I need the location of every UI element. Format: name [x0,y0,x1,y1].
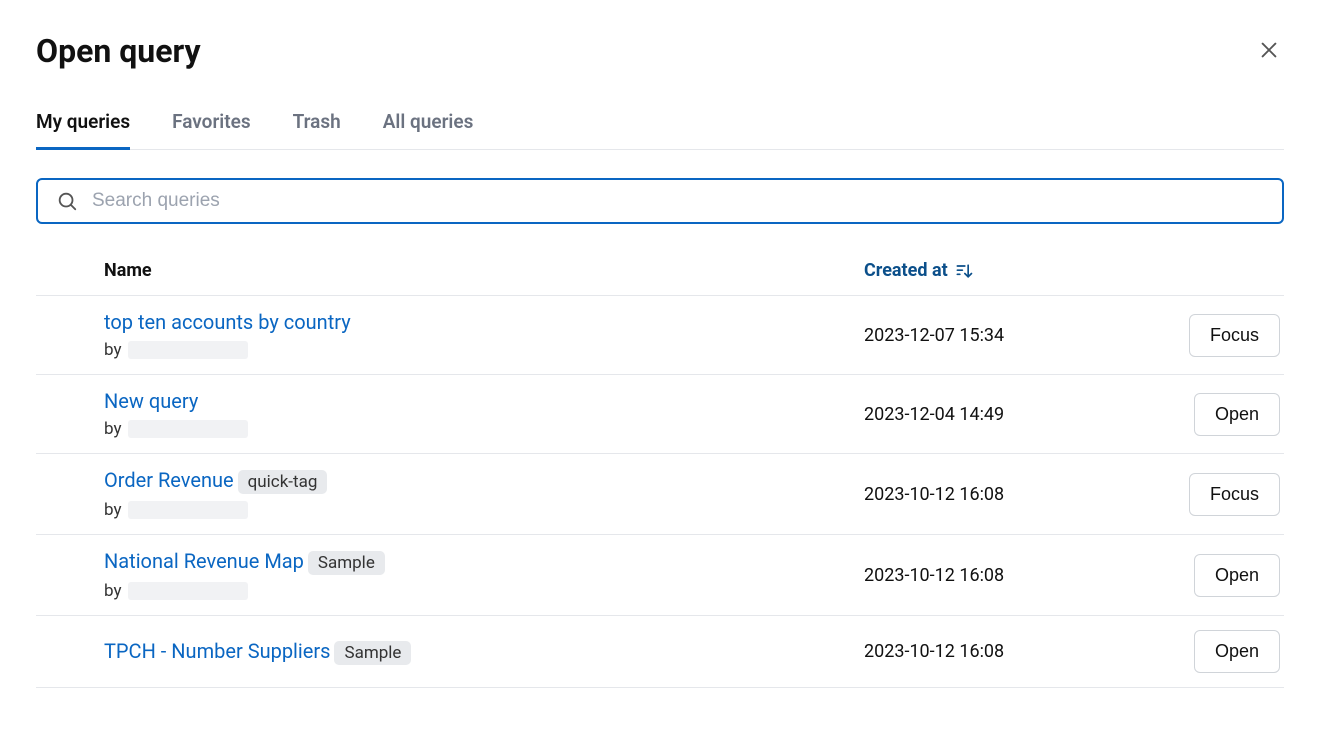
table-body: top ten accounts by country by 2023-12-07 … [36,296,1284,688]
open-button[interactable]: Open [1194,554,1280,597]
tab-all-queries[interactable]: All queries [383,110,474,150]
query-byline: by [104,500,864,520]
query-name-link[interactable]: top ten accounts by country [104,310,351,334]
column-header-created-label: Created at [864,260,948,281]
column-header-created[interactable]: Created at [864,260,1144,281]
tabs: My queries Favorites Trash All queries [36,110,1284,150]
open-query-dialog: Open query My queries Favorites Trash All q… [0,0,1320,688]
cell-created: 2023-12-07 15:34 [864,325,1144,346]
cell-name: Order Revenuequick-tag by [36,468,864,520]
query-badge: quick-tag [238,470,328,494]
query-byline: by [104,581,864,601]
query-name-link[interactable]: National Revenue Map [104,549,304,573]
by-label: by [104,500,122,520]
cell-name: top ten accounts by country by [36,310,864,360]
cell-created: 2023-10-12 16:08 [864,484,1144,505]
sort-desc-icon [954,261,974,281]
open-button[interactable]: Open [1194,630,1280,673]
table-header: Name Created at [36,248,1284,296]
cell-action: Focus [1144,314,1284,357]
open-button[interactable]: Open [1194,393,1280,436]
author-redacted [128,501,248,519]
by-label: by [104,419,122,439]
cell-action: Focus [1144,473,1284,516]
by-label: by [104,340,122,360]
query-byline: by [104,419,864,439]
by-label: by [104,581,122,601]
cell-action: Open [1144,554,1284,597]
search-icon [56,190,78,212]
tab-favorites[interactable]: Favorites [172,110,250,150]
cell-created: 2023-10-12 16:08 [864,565,1144,586]
table-row: Order Revenuequick-tag by 2023-10-12 16:08… [36,454,1284,535]
query-name-link[interactable]: Order Revenue [104,468,234,492]
search-input[interactable] [92,190,1264,212]
query-name-link[interactable]: New query [104,389,198,413]
cell-name: National Revenue MapSample by [36,549,864,601]
cell-name: TPCH - Number SuppliersSample [36,639,864,665]
cell-name: New query by [36,389,864,439]
focus-button[interactable]: Focus [1189,473,1280,516]
query-badge: Sample [334,641,411,665]
column-header-name[interactable]: Name [36,260,864,281]
table-row: New query by 2023-12-04 14:49 Open [36,375,1284,454]
search-field[interactable] [36,178,1284,224]
table-row: National Revenue MapSample by 2023-10-12 1… [36,535,1284,616]
cell-created: 2023-12-04 14:49 [864,404,1144,425]
tab-my-queries[interactable]: My queries [36,110,130,150]
query-byline: by [104,340,864,360]
dialog-header: Open query [36,32,1284,70]
table-row: top ten accounts by country by 2023-12-07 … [36,296,1284,375]
cell-action: Open [1144,630,1284,673]
close-icon [1258,39,1280,61]
query-name-link[interactable]: TPCH - Number Suppliers [104,639,330,663]
cell-action: Open [1144,393,1284,436]
close-button[interactable] [1254,35,1284,68]
dialog-title: Open query [36,32,201,70]
query-badge: Sample [308,551,385,575]
author-redacted [128,341,248,359]
tab-trash[interactable]: Trash [293,110,341,150]
author-redacted [128,420,248,438]
focus-button[interactable]: Focus [1189,314,1280,357]
table-row: TPCH - Number SuppliersSample2023-10-12 … [36,616,1284,688]
cell-created: 2023-10-12 16:08 [864,641,1144,662]
author-redacted [128,582,248,600]
